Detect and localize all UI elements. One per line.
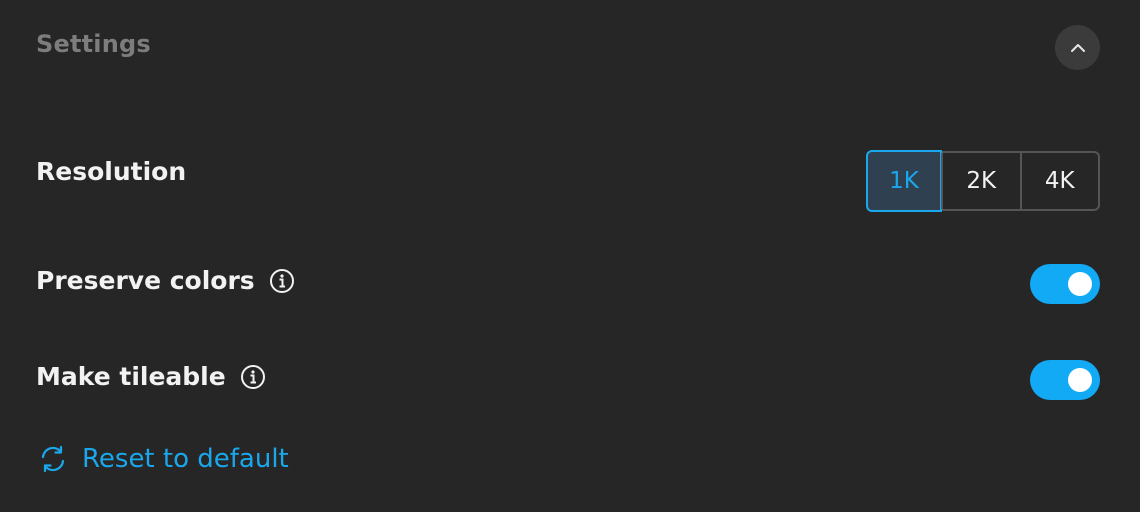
settings-panel: Settings Resolution 1K 2K 4K Preserve co… xyxy=(0,0,1140,512)
toggle-knob xyxy=(1068,272,1092,296)
make-tileable-label: Make tileable xyxy=(36,362,226,391)
resolution-option-4k[interactable]: 4K xyxy=(1019,153,1099,209)
reset-label: Reset to default xyxy=(82,444,289,474)
preserve-colors-toggle[interactable] xyxy=(1030,264,1100,304)
resolution-segmented-control: 1K 2K 4K xyxy=(866,150,1100,212)
info-icon[interactable] xyxy=(269,268,295,294)
make-tileable-toggle[interactable] xyxy=(1030,360,1100,400)
reset-to-default-button[interactable]: Reset to default xyxy=(38,444,289,474)
collapse-button[interactable] xyxy=(1055,25,1100,70)
info-icon[interactable] xyxy=(240,364,266,390)
refresh-icon xyxy=(41,445,65,473)
resolution-option-2k[interactable]: 2K xyxy=(941,153,1020,209)
toggle-knob xyxy=(1068,368,1092,392)
resolution-label: Resolution xyxy=(36,157,187,186)
make-tileable-row: Make tileable xyxy=(36,362,266,391)
chevron-up-icon xyxy=(1070,43,1085,52)
settings-title: Settings xyxy=(36,30,151,58)
preserve-colors-label: Preserve colors xyxy=(36,266,255,295)
resolution-option-1k[interactable]: 1K xyxy=(866,150,942,212)
preserve-colors-row: Preserve colors xyxy=(36,266,295,295)
resolution-row: Resolution xyxy=(36,157,186,186)
